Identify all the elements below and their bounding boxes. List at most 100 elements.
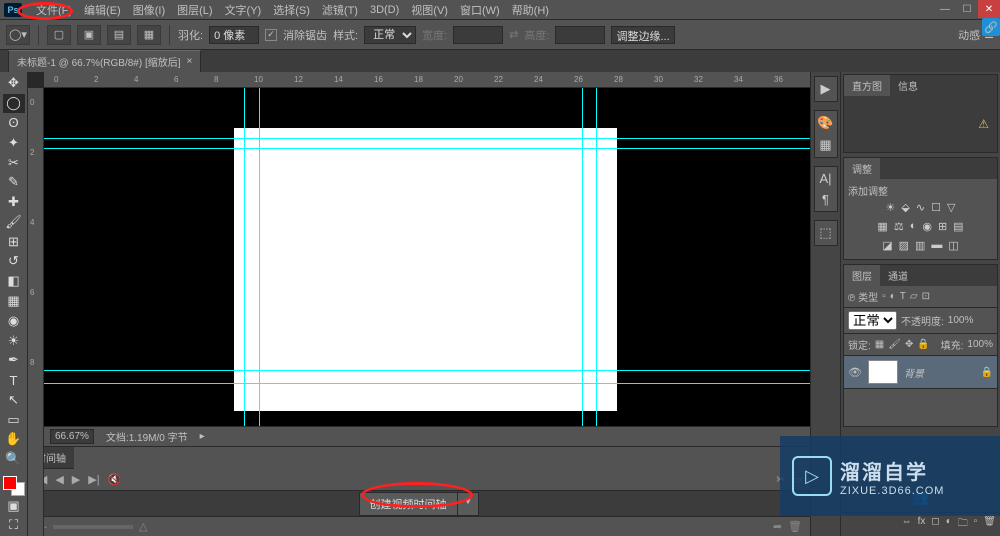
fx-icon[interactable]: fx bbox=[918, 516, 926, 533]
brightness-icon[interactable]: ☀ bbox=[886, 201, 896, 214]
opacity-value[interactable]: 100% bbox=[948, 315, 974, 326]
curves-icon[interactable]: ∿ bbox=[916, 201, 925, 214]
invert-icon[interactable]: ◪ bbox=[882, 239, 892, 252]
feather-input[interactable] bbox=[209, 26, 259, 44]
history-icon[interactable]: ▶ bbox=[821, 81, 831, 97]
marquee-sub-icon[interactable]: ▤ bbox=[107, 25, 131, 45]
dodge-tool[interactable]: ☀ bbox=[3, 331, 25, 350]
share-icon[interactable]: 🔗 bbox=[982, 18, 1000, 36]
bw-icon[interactable]: ◐ bbox=[910, 220, 917, 233]
menu-view[interactable]: 视图(V) bbox=[405, 0, 454, 20]
visibility-icon[interactable]: 👁 bbox=[848, 366, 862, 379]
ruler-horizontal[interactable]: 024681012141618202224262830323436 bbox=[44, 72, 810, 88]
foreground-color[interactable] bbox=[3, 476, 17, 490]
selective-color-icon[interactable]: ◫ bbox=[948, 239, 958, 252]
status-menu-icon[interactable]: ▸ bbox=[200, 431, 205, 442]
canvas-viewport[interactable] bbox=[44, 88, 810, 426]
filter-shape-icon[interactable]: ▱ bbox=[910, 291, 918, 302]
canvas-document[interactable] bbox=[234, 128, 617, 411]
filter-smart-icon[interactable]: ⊡ bbox=[922, 291, 930, 302]
filter-adjust-icon[interactable]: ◐ bbox=[890, 291, 896, 302]
fill-layer-icon[interactable]: ◐ bbox=[946, 516, 952, 533]
wand-tool[interactable]: ✦ bbox=[3, 133, 25, 152]
color-swatches[interactable] bbox=[3, 476, 25, 497]
adjustments-tab[interactable]: 调整 bbox=[844, 158, 880, 179]
filter-type-icon[interactable]: T bbox=[900, 291, 906, 302]
style-select[interactable]: 正常 bbox=[364, 26, 416, 44]
hand-tool[interactable]: ✋ bbox=[3, 430, 25, 449]
hue-icon[interactable]: ▦ bbox=[877, 220, 887, 233]
type-tool[interactable]: T bbox=[3, 371, 25, 390]
quickmask-tool[interactable]: ▣ bbox=[3, 496, 25, 515]
menu-layer[interactable]: 图层(L) bbox=[171, 0, 218, 20]
lock-paint-icon[interactable]: 🖌 bbox=[888, 339, 901, 350]
render-icon[interactable]: ➦ bbox=[773, 520, 782, 533]
maximize-button[interactable]: ☐ bbox=[956, 0, 978, 18]
threshold-icon[interactable]: ▥ bbox=[915, 239, 925, 252]
gradient-map-icon[interactable]: ▬ bbox=[931, 239, 942, 252]
create-timeline-button[interactable]: 创建视频时间轴 bbox=[359, 492, 458, 516]
history-brush-tool[interactable]: ↺ bbox=[3, 252, 25, 271]
lock-all-icon[interactable]: 🔒 bbox=[917, 339, 929, 350]
color-icon[interactable]: 🎨 bbox=[817, 115, 833, 131]
shape-tool[interactable]: ▭ bbox=[3, 410, 25, 429]
lookup-icon[interactable]: ▤ bbox=[953, 220, 963, 233]
menu-image[interactable]: 图像(I) bbox=[127, 0, 171, 20]
mask-icon[interactable]: ◻ bbox=[931, 516, 939, 533]
layers-tab[interactable]: 图层 bbox=[844, 265, 880, 286]
ruler-vertical[interactable]: 02468 bbox=[28, 88, 44, 536]
move-tool[interactable]: ✥ bbox=[3, 74, 25, 93]
menu-3d[interactable]: 3D(D) bbox=[364, 2, 405, 18]
pen-tool[interactable]: ✒ bbox=[3, 351, 25, 370]
blur-tool[interactable]: ◉ bbox=[3, 311, 25, 330]
refine-edge-button[interactable]: 调整边缘... bbox=[611, 26, 674, 44]
menu-select[interactable]: 选择(S) bbox=[267, 0, 316, 20]
menu-edit[interactable]: 编辑(E) bbox=[78, 0, 127, 20]
character-icon[interactable]: A| bbox=[819, 171, 831, 186]
group-icon[interactable]: 🗀 bbox=[958, 516, 968, 533]
marquee-new-icon[interactable]: ▢ bbox=[47, 25, 71, 45]
menu-window[interactable]: 窗口(W) bbox=[454, 0, 506, 20]
eraser-tool[interactable]: ◧ bbox=[3, 272, 25, 291]
menu-type[interactable]: 文字(Y) bbox=[219, 0, 268, 20]
fill-value[interactable]: 100% bbox=[967, 339, 993, 350]
menu-file[interactable]: 文件(F) bbox=[30, 0, 78, 20]
prev-frame-icon[interactable]: ◀ bbox=[55, 473, 63, 486]
zoom-level[interactable]: 66.67% bbox=[50, 429, 94, 444]
menu-filter[interactable]: 滤镜(T) bbox=[316, 0, 364, 20]
channels-tab[interactable]: 通道 bbox=[880, 265, 916, 286]
levels-icon[interactable]: ⬙ bbox=[901, 201, 909, 214]
swatches-icon[interactable]: ▦ bbox=[819, 137, 831, 153]
gradient-tool[interactable]: ▦ bbox=[3, 292, 25, 311]
new-layer-icon[interactable]: ▫ bbox=[974, 516, 978, 533]
lasso-tool[interactable]: ʘ bbox=[3, 114, 25, 133]
zoom-slider[interactable] bbox=[53, 525, 133, 529]
delete-layer-icon[interactable]: 🗑 bbox=[983, 516, 996, 533]
lock-trans-icon[interactable]: ▦ bbox=[875, 339, 884, 350]
create-timeline-dropdown[interactable]: ▼ bbox=[458, 492, 480, 516]
trash-icon[interactable]: 🗑 bbox=[788, 520, 802, 533]
paragraph-icon[interactable]: ¶ bbox=[822, 192, 829, 207]
lock-pos-icon[interactable]: ✥ bbox=[905, 339, 913, 350]
vibrance-icon[interactable]: ▽ bbox=[947, 201, 955, 214]
menu-help[interactable]: 帮助(H) bbox=[506, 0, 555, 20]
stamp-tool[interactable]: ⊞ bbox=[3, 232, 25, 251]
brush-tool[interactable]: 🖌 bbox=[3, 212, 25, 231]
link-layers-icon[interactable]: ⇔ bbox=[902, 516, 912, 533]
marquee-add-icon[interactable]: ▣ bbox=[77, 25, 101, 45]
layer-name[interactable]: 背景 bbox=[904, 365, 975, 380]
layer-row[interactable]: 👁 背景 🔒 bbox=[844, 356, 997, 389]
minimize-button[interactable]: — bbox=[934, 0, 956, 18]
marquee-tool[interactable]: ◯ bbox=[3, 94, 25, 113]
zoom-in-icon[interactable]: △ bbox=[139, 520, 147, 533]
close-button[interactable]: ✕ bbox=[978, 0, 1000, 18]
info-tab[interactable]: 信息 bbox=[890, 75, 926, 96]
warning-icon[interactable]: ⚠ bbox=[978, 117, 989, 131]
audio-icon[interactable]: 🔇 bbox=[108, 473, 122, 486]
document-tab[interactable]: 未标题-1 @ 66.7%(RGB/8#) [缩放后] × bbox=[8, 50, 201, 72]
heal-tool[interactable]: ✚ bbox=[3, 193, 25, 212]
tab-close-icon[interactable]: × bbox=[187, 56, 193, 67]
filter-pixel-icon[interactable]: ▫ bbox=[882, 291, 886, 302]
layer-thumbnail[interactable] bbox=[868, 360, 898, 384]
next-frame-icon[interactable]: ▶| bbox=[88, 473, 99, 486]
